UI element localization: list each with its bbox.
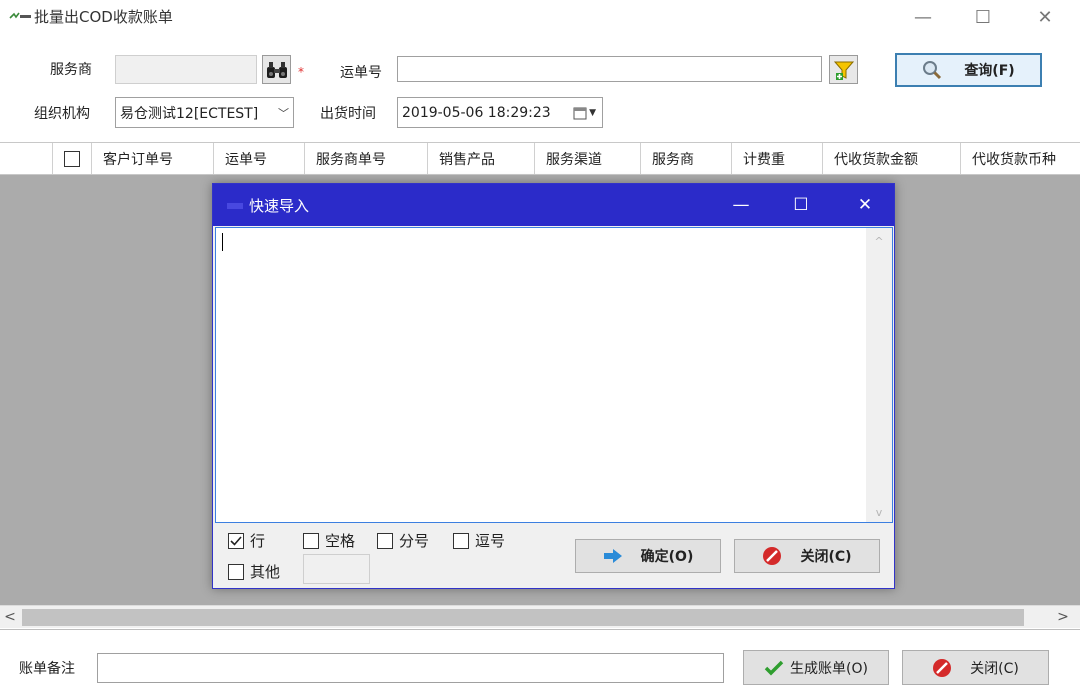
other-checkbox[interactable] <box>228 563 244 580</box>
waybill-input[interactable] <box>397 56 822 82</box>
dialog-close-button[interactable]: 关闭(C) <box>734 539 880 573</box>
space-checkbox[interactable] <box>303 532 319 549</box>
window-title: 批量出COD收款账单 <box>34 8 173 26</box>
column-header[interactable]: 运单号 <box>213 143 304 174</box>
magnifier-icon <box>923 61 942 80</box>
line-label: 行 <box>250 532 266 550</box>
scroll-thumb[interactable] <box>22 609 1024 626</box>
org-label: 组织机构 <box>34 106 90 122</box>
option-space[interactable]: 空格 <box>303 530 355 551</box>
select-all-checkbox[interactable] <box>64 150 80 167</box>
grid-header: 客户订单号 运单号 服务商单号 销售产品 服务渠道 服务商 计费重 代收货款金额… <box>0 142 1080 175</box>
remark-label: 账单备注 <box>19 661 75 677</box>
binoculars-icon <box>266 61 287 78</box>
filter-button[interactable] <box>829 55 858 84</box>
binoculars-search-button[interactable] <box>262 55 291 84</box>
column-header[interactable]: 代收货款币种 <box>960 143 1080 174</box>
service-provider-input[interactable] <box>115 55 257 84</box>
required-mark: * <box>298 65 304 79</box>
scroll-right-arrow[interactable]: > <box>1054 608 1072 626</box>
confirm-label: 确定(O) <box>640 549 694 565</box>
calendar-dropdown[interactable]: ▼ <box>573 106 596 120</box>
check-icon <box>230 535 242 546</box>
generate-bill-button[interactable]: 生成账单(O) <box>743 650 889 685</box>
dialog-maximize-button[interactable]: ☐ <box>773 190 829 220</box>
window-titlebar: 批量出COD收款账单 — ☐ ✕ <box>0 0 1080 34</box>
option-semicolon[interactable]: 分号 <box>377 530 429 551</box>
scroll-down-arrow[interactable]: v <box>866 502 892 522</box>
semicolon-label: 分号 <box>399 532 430 550</box>
waybill-label: 运单号 <box>340 65 382 81</box>
line-checkbox[interactable] <box>228 532 244 549</box>
filter-icon <box>833 61 854 80</box>
close-window-button[interactable]: ✕ <box>1015 0 1075 34</box>
remark-input[interactable] <box>97 653 724 683</box>
ship-time-value: 2019-05-06 18:29:23 <box>402 104 551 121</box>
column-header[interactable]: 销售产品 <box>427 143 534 174</box>
footer-divider <box>0 629 1080 630</box>
org-select-value: 易仓测试12[ECTEST] <box>120 105 259 122</box>
scroll-left-arrow[interactable]: < <box>1 608 19 626</box>
service-provider-label: 服务商 <box>50 62 92 78</box>
chevron-down-icon: ﹀ <box>278 106 289 120</box>
other-separator-input[interactable] <box>303 554 370 584</box>
horizontal-scrollbar[interactable]: < > <box>0 605 1080 628</box>
scroll-up-arrow[interactable]: ^ <box>866 231 892 251</box>
ship-time-picker[interactable]: 2019-05-06 18:29:23 ▼ <box>397 97 603 128</box>
footer-close-label: 关闭(C) <box>970 660 1019 677</box>
comma-checkbox[interactable] <box>453 532 469 549</box>
dialog-app-icon <box>227 203 243 209</box>
comma-label: 逗号 <box>475 532 506 550</box>
caret-down-icon: ▼ <box>589 107 596 118</box>
space-label: 空格 <box>325 532 356 550</box>
dialog-close-x-button[interactable]: ✕ <box>837 190 893 220</box>
textarea-vertical-scrollbar[interactable]: ^ v <box>866 228 892 522</box>
app-logo-icon <box>9 12 31 19</box>
ship-time-label: 出货时间 <box>320 106 376 122</box>
select-all-column[interactable] <box>52 143 91 174</box>
text-caret <box>222 233 223 251</box>
query-button-label: 查询(F) <box>964 63 1015 79</box>
dialog-title: 快速导入 <box>249 197 310 215</box>
column-header[interactable]: 代收货款金额 <box>822 143 960 174</box>
stop-icon <box>763 547 782 565</box>
generate-bill-label: 生成账单(O) <box>790 660 868 677</box>
import-textarea[interactable]: ^ v <box>215 227 893 523</box>
dialog-minimize-button[interactable]: — <box>713 190 769 220</box>
option-comma[interactable]: 逗号 <box>453 530 505 551</box>
checkmark-icon <box>764 660 784 675</box>
quick-import-dialog: 快速导入 — ☐ ✕ ^ v 行 空格 分号 逗号 其他 确定(O) 关闭(C) <box>212 183 895 589</box>
other-label: 其他 <box>250 563 281 581</box>
semicolon-checkbox[interactable] <box>377 532 393 549</box>
arrow-right-icon <box>603 549 622 563</box>
option-other[interactable]: 其他 <box>228 561 280 582</box>
maximize-button[interactable]: ☐ <box>953 0 1013 34</box>
column-header[interactable]: 客户订单号 <box>91 143 213 174</box>
query-button[interactable]: 查询(F) <box>895 53 1042 87</box>
org-select[interactable]: 易仓测试12[ECTEST] ﹀ <box>115 97 294 128</box>
dialog-titlebar: 快速导入 — ☐ ✕ <box>213 184 894 226</box>
option-line[interactable]: 行 <box>228 530 265 551</box>
footer-close-button[interactable]: 关闭(C) <box>902 650 1049 685</box>
dialog-close-label: 关闭(C) <box>800 549 852 565</box>
confirm-button[interactable]: 确定(O) <box>575 539 721 573</box>
minimize-button[interactable]: — <box>893 0 953 34</box>
stop-icon <box>933 658 952 677</box>
column-header[interactable]: 计费重 <box>731 143 822 174</box>
column-header[interactable]: 服务渠道 <box>534 143 640 174</box>
column-header[interactable]: 服务商单号 <box>304 143 427 174</box>
calendar-icon <box>573 107 587 119</box>
column-header[interactable]: 服务商 <box>640 143 731 174</box>
